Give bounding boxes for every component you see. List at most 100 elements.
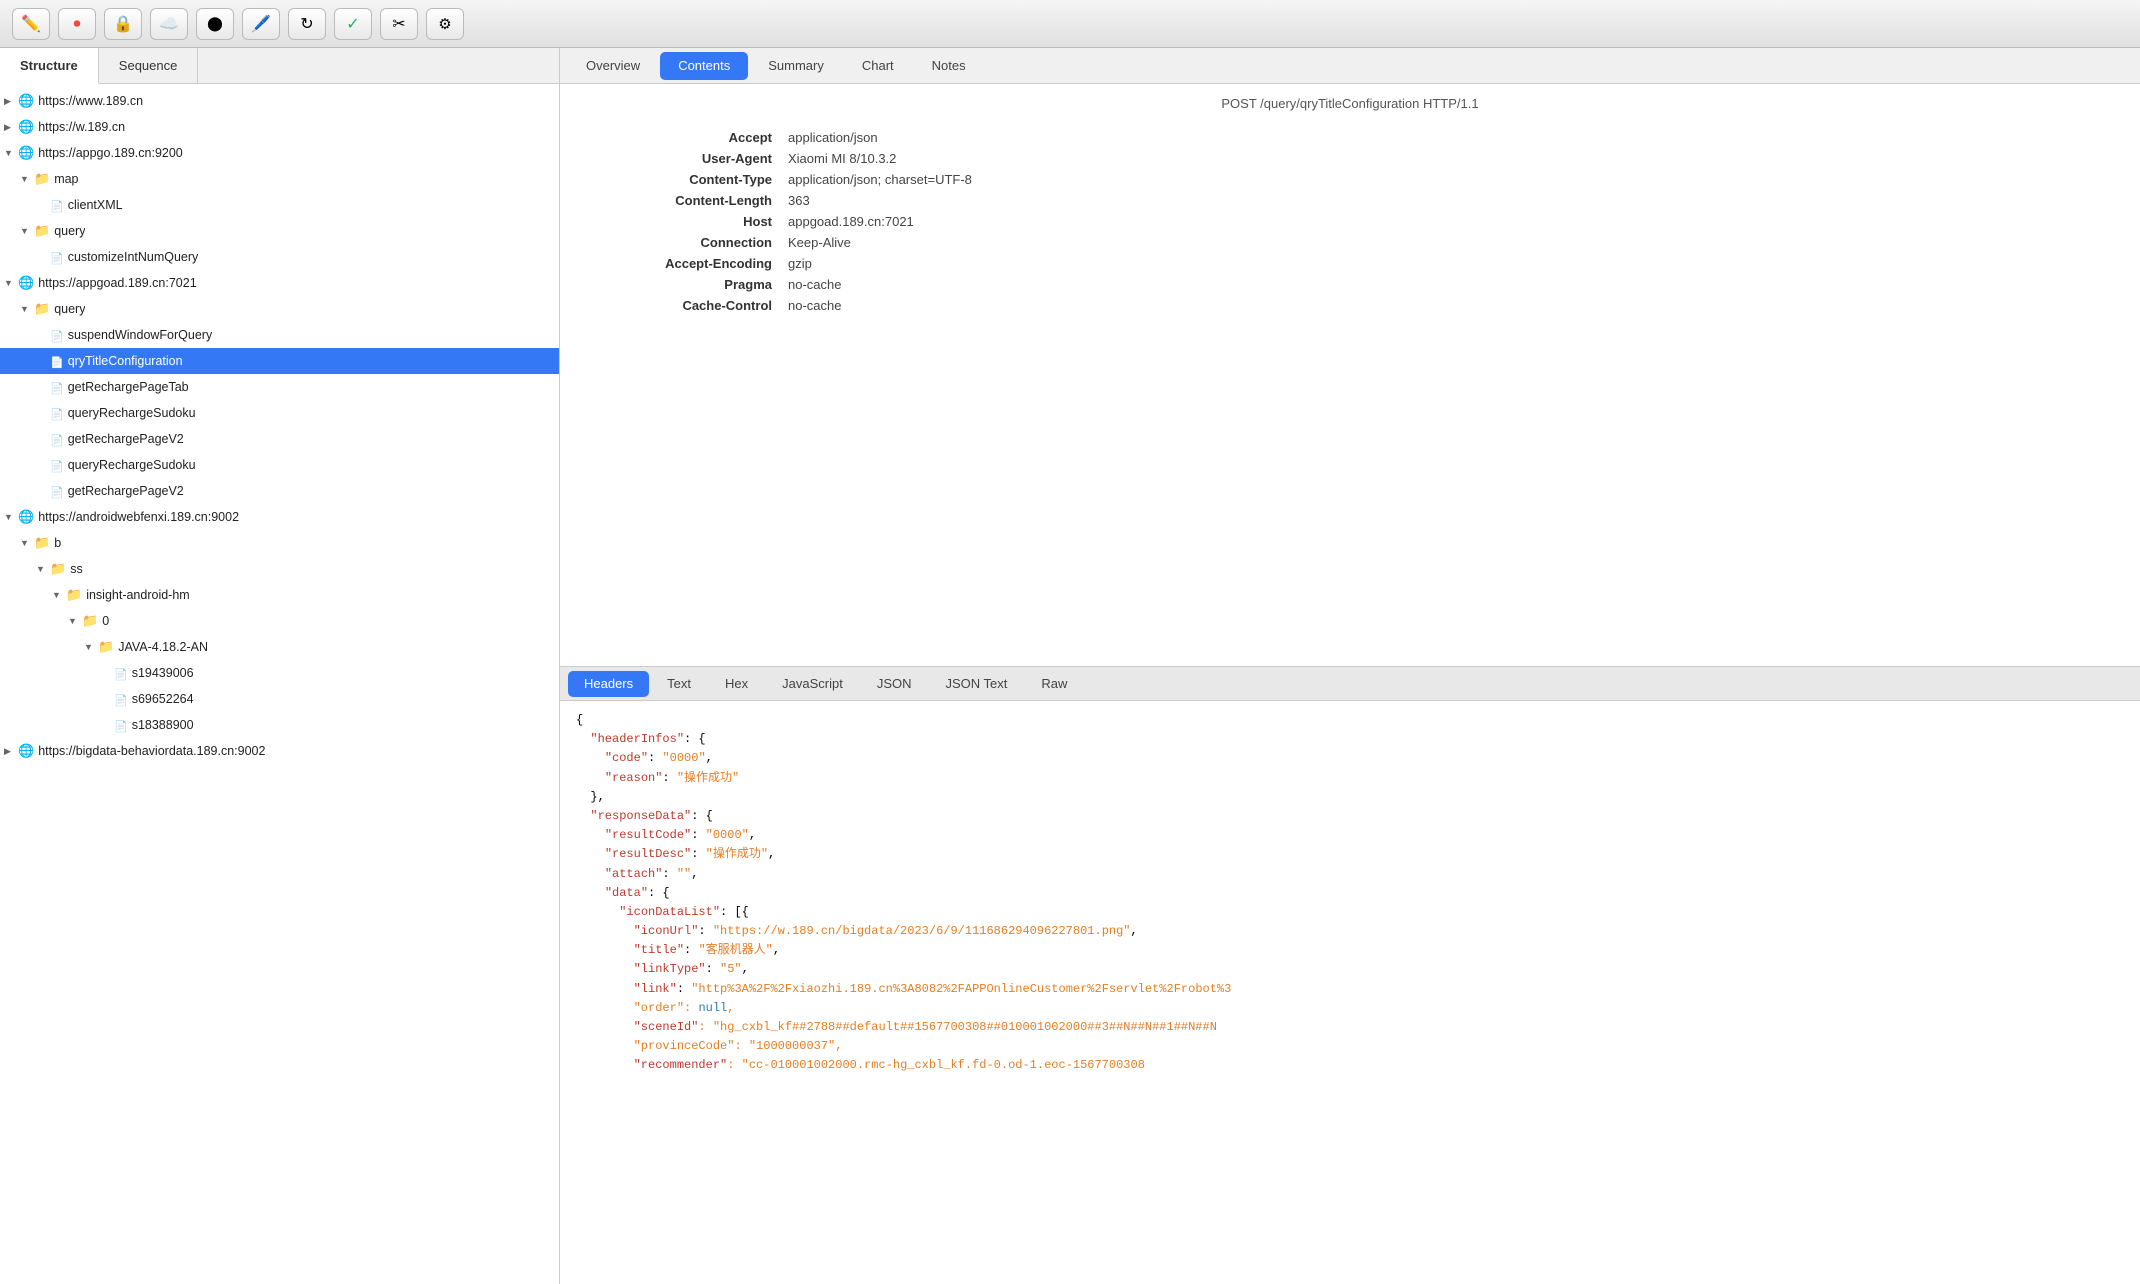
header-row: Hostappgoad.189.cn:7021 bbox=[580, 211, 2120, 232]
response-tab-headers[interactable]: Headers bbox=[568, 671, 649, 697]
tab-chart[interactable]: Chart bbox=[844, 52, 912, 80]
tree-item[interactable]: ▼📁b bbox=[0, 530, 559, 556]
tree-item[interactable]: 📄 s18388900 bbox=[0, 712, 559, 738]
request-headers-area: POST /query/qryTitleConfiguration HTTP/1… bbox=[560, 84, 2140, 666]
circle-tool-btn[interactable]: ⬤ bbox=[196, 8, 234, 40]
top-tabs: Overview Contents Summary Chart Notes bbox=[560, 48, 2140, 84]
tree-item-label: b bbox=[54, 536, 61, 550]
tree-item[interactable]: ▶🌐https://bigdata-behaviordata.189.cn:90… bbox=[0, 738, 559, 764]
tree-item[interactable]: 📄getRechargePageTab bbox=[0, 374, 559, 400]
header-value: gzip bbox=[780, 253, 2120, 274]
response-tab-text[interactable]: Text bbox=[651, 671, 707, 697]
file-plain-icon: 📄 bbox=[114, 721, 128, 733]
tree-item-label: getRechargePageV2 bbox=[68, 432, 184, 446]
settings-tool-btn[interactable]: ⚙ bbox=[426, 8, 464, 40]
tree-item[interactable]: ▶🌐https://www.189.cn bbox=[0, 88, 559, 114]
pen-tool-btn[interactable]: 🖊️ bbox=[242, 8, 280, 40]
main-container: Structure Sequence ▶🌐https://www.189.cn▶… bbox=[0, 48, 2140, 1284]
header-key: Host bbox=[580, 211, 780, 232]
tree-item[interactable]: ▼📁JAVA-4.18.2-AN bbox=[0, 634, 559, 660]
header-value: no-cache bbox=[780, 274, 2120, 295]
pen-icon: 🖊️ bbox=[251, 14, 271, 34]
tree-item[interactable]: ▼📁map bbox=[0, 166, 559, 192]
file-icon: 📄 bbox=[50, 383, 64, 395]
file-icon: 📄 bbox=[50, 435, 64, 447]
tree-item[interactable]: ▼📁query bbox=[0, 296, 559, 322]
ssl-tool-btn[interactable]: 🔒 bbox=[104, 8, 142, 40]
file-icon: 📄 bbox=[50, 409, 64, 421]
tree-item[interactable]: 📄customizeIntNumQuery bbox=[0, 244, 559, 270]
header-key: Cache-Control bbox=[580, 295, 780, 316]
rain-icon: ☁️ bbox=[159, 14, 179, 34]
tree-item-label: https://appgoad.189.cn:7021 bbox=[38, 276, 196, 290]
tree-item[interactable]: ▼🌐https://appgoad.189.cn:7021 bbox=[0, 270, 559, 296]
folder-icon: 📁 bbox=[66, 587, 82, 602]
header-value: appgoad.189.cn:7021 bbox=[780, 211, 2120, 232]
header-value: 363 bbox=[780, 190, 2120, 211]
header-key: Content-Type bbox=[580, 169, 780, 190]
tab-structure[interactable]: Structure bbox=[0, 48, 99, 84]
tree-item[interactable]: 📄suspendWindowForQuery bbox=[0, 322, 559, 348]
tree-item[interactable]: ▼🌐https://androidwebfenxi.189.cn:9002 bbox=[0, 504, 559, 530]
circle-icon: ⬤ bbox=[207, 15, 223, 32]
tab-overview[interactable]: Overview bbox=[568, 52, 658, 80]
tree-item-label: queryRechargeSudoku bbox=[68, 406, 196, 420]
request-line: POST /query/qryTitleConfiguration HTTP/1… bbox=[580, 96, 2120, 111]
tree-item[interactable]: ▼📁0 bbox=[0, 608, 559, 634]
response-tab-raw[interactable]: Raw bbox=[1025, 671, 1083, 697]
response-tabs: Headers Text Hex JavaScript JSON JSON Te… bbox=[560, 667, 2140, 701]
header-value: Keep-Alive bbox=[780, 232, 2120, 253]
check-icon: ✓ bbox=[346, 14, 359, 34]
tree-item-label: customizeIntNumQuery bbox=[68, 250, 199, 264]
response-tab-javascript[interactable]: JavaScript bbox=[766, 671, 859, 697]
response-tab-hex[interactable]: Hex bbox=[709, 671, 764, 697]
tree-item[interactable]: ▼🌐https://appgo.189.cn:9200 bbox=[0, 140, 559, 166]
header-row: Content-Typeapplication/json; charset=UT… bbox=[580, 169, 2120, 190]
tree-item[interactable]: ▶🌐https://w.189.cn bbox=[0, 114, 559, 140]
tree-item[interactable]: 📄 queryRechargeSudoku bbox=[0, 452, 559, 478]
tree-item[interactable]: ▼📁query bbox=[0, 218, 559, 244]
header-key: Accept bbox=[580, 127, 780, 148]
rain-tool-btn[interactable]: ☁️ bbox=[150, 8, 188, 40]
folder-icon: 📁 bbox=[34, 223, 50, 238]
response-tab-json[interactable]: JSON bbox=[861, 671, 928, 697]
pointer-tool-btn[interactable]: ✏️ bbox=[12, 8, 50, 40]
tree-item-label: s19439006 bbox=[132, 666, 194, 680]
tree-item-label: map bbox=[54, 172, 78, 186]
record-tool-btn[interactable]: ⏺ bbox=[58, 8, 96, 40]
tree-item[interactable]: ▼📁ss bbox=[0, 556, 559, 582]
tab-summary[interactable]: Summary bbox=[750, 52, 842, 80]
globe-icon: 🌐 bbox=[18, 119, 34, 134]
header-row: ConnectionKeep-Alive bbox=[580, 232, 2120, 253]
tools-tool-btn[interactable]: ✂ bbox=[380, 8, 418, 40]
globe-icon: 🌐 bbox=[18, 145, 34, 160]
response-tab-json-text[interactable]: JSON Text bbox=[929, 671, 1023, 697]
tree-item[interactable]: 📄qryTitleConfiguration bbox=[0, 348, 559, 374]
tree-item[interactable]: 📄s19439006 bbox=[0, 660, 559, 686]
tree-item[interactable]: ▼📁insight-android-hm bbox=[0, 582, 559, 608]
header-value: application/json bbox=[780, 127, 2120, 148]
tree-item[interactable]: 📄s69652264 bbox=[0, 686, 559, 712]
tab-contents[interactable]: Contents bbox=[660, 52, 748, 80]
folder-icon: 📁 bbox=[34, 535, 50, 550]
tools-icon: ✂ bbox=[392, 14, 405, 34]
folder-icon: 📁 bbox=[82, 613, 98, 628]
check-tool-btn[interactable]: ✓ bbox=[334, 8, 372, 40]
header-value: Xiaomi MI 8/10.3.2 bbox=[780, 148, 2120, 169]
tree-item[interactable]: 📄 getRechargePageV2 bbox=[0, 426, 559, 452]
left-panel: Structure Sequence ▶🌐https://www.189.cn▶… bbox=[0, 48, 560, 1284]
tree-item-label: queryRechargeSudoku bbox=[68, 458, 196, 472]
tab-sequence[interactable]: Sequence bbox=[99, 48, 199, 83]
tree-item-label: clientXML bbox=[68, 198, 123, 212]
file-plain-icon: 📄 bbox=[114, 695, 128, 707]
tree-item[interactable]: 📄getRechargePageV2 bbox=[0, 478, 559, 504]
tree-item[interactable]: 📄 queryRechargeSudoku bbox=[0, 400, 559, 426]
header-row: Pragmano-cache bbox=[580, 274, 2120, 295]
refresh-tool-btn[interactable]: ↻ bbox=[288, 8, 326, 40]
tree-item-label: https://www.189.cn bbox=[38, 94, 143, 108]
tree-item[interactable]: 📄clientXML bbox=[0, 192, 559, 218]
tree-item-label: s18388900 bbox=[132, 718, 194, 732]
file-icon: 📄 bbox=[50, 461, 64, 473]
tab-notes[interactable]: Notes bbox=[914, 52, 984, 80]
header-row: Accept-Encodinggzip bbox=[580, 253, 2120, 274]
